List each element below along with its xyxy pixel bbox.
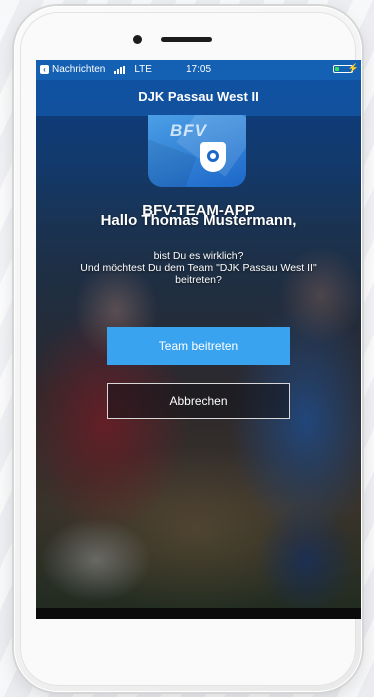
earpiece-speaker bbox=[161, 37, 212, 42]
nav-title: DJK Passau West II bbox=[138, 89, 259, 104]
question-line-2: Und möchtest Du dem Team "DJK Passau Wes… bbox=[80, 262, 317, 286]
cancel-button[interactable]: Abbrechen bbox=[107, 383, 290, 419]
status-time: 17:05 bbox=[185, 64, 212, 75]
battery-level bbox=[335, 67, 339, 71]
shield-icon bbox=[200, 142, 226, 172]
question-line-1: bist Du es wirklich? bbox=[153, 250, 244, 262]
front-camera bbox=[133, 35, 142, 44]
greeting-heading: Hallo Thomas Mustermann, bbox=[100, 212, 297, 229]
charging-icon: ⚡ bbox=[347, 63, 359, 73]
app-screen: ‹ Nachrichten LTE 17:05 ⚡ DJK Passau Wes… bbox=[36, 60, 361, 619]
navigation-bar: DJK Passau West II bbox=[36, 80, 361, 116]
bottom-strip bbox=[36, 608, 361, 619]
status-bar: ‹ Nachrichten LTE 17:05 ⚡ bbox=[36, 60, 361, 80]
bfv-logo-text: BFV bbox=[170, 121, 207, 140]
confirmation-question: bist Du es wirklich? Und möchtest Du dem… bbox=[56, 250, 341, 286]
join-team-button[interactable]: Team beitreten bbox=[107, 327, 290, 365]
bfv-app-logo: BFV bbox=[148, 115, 246, 187]
